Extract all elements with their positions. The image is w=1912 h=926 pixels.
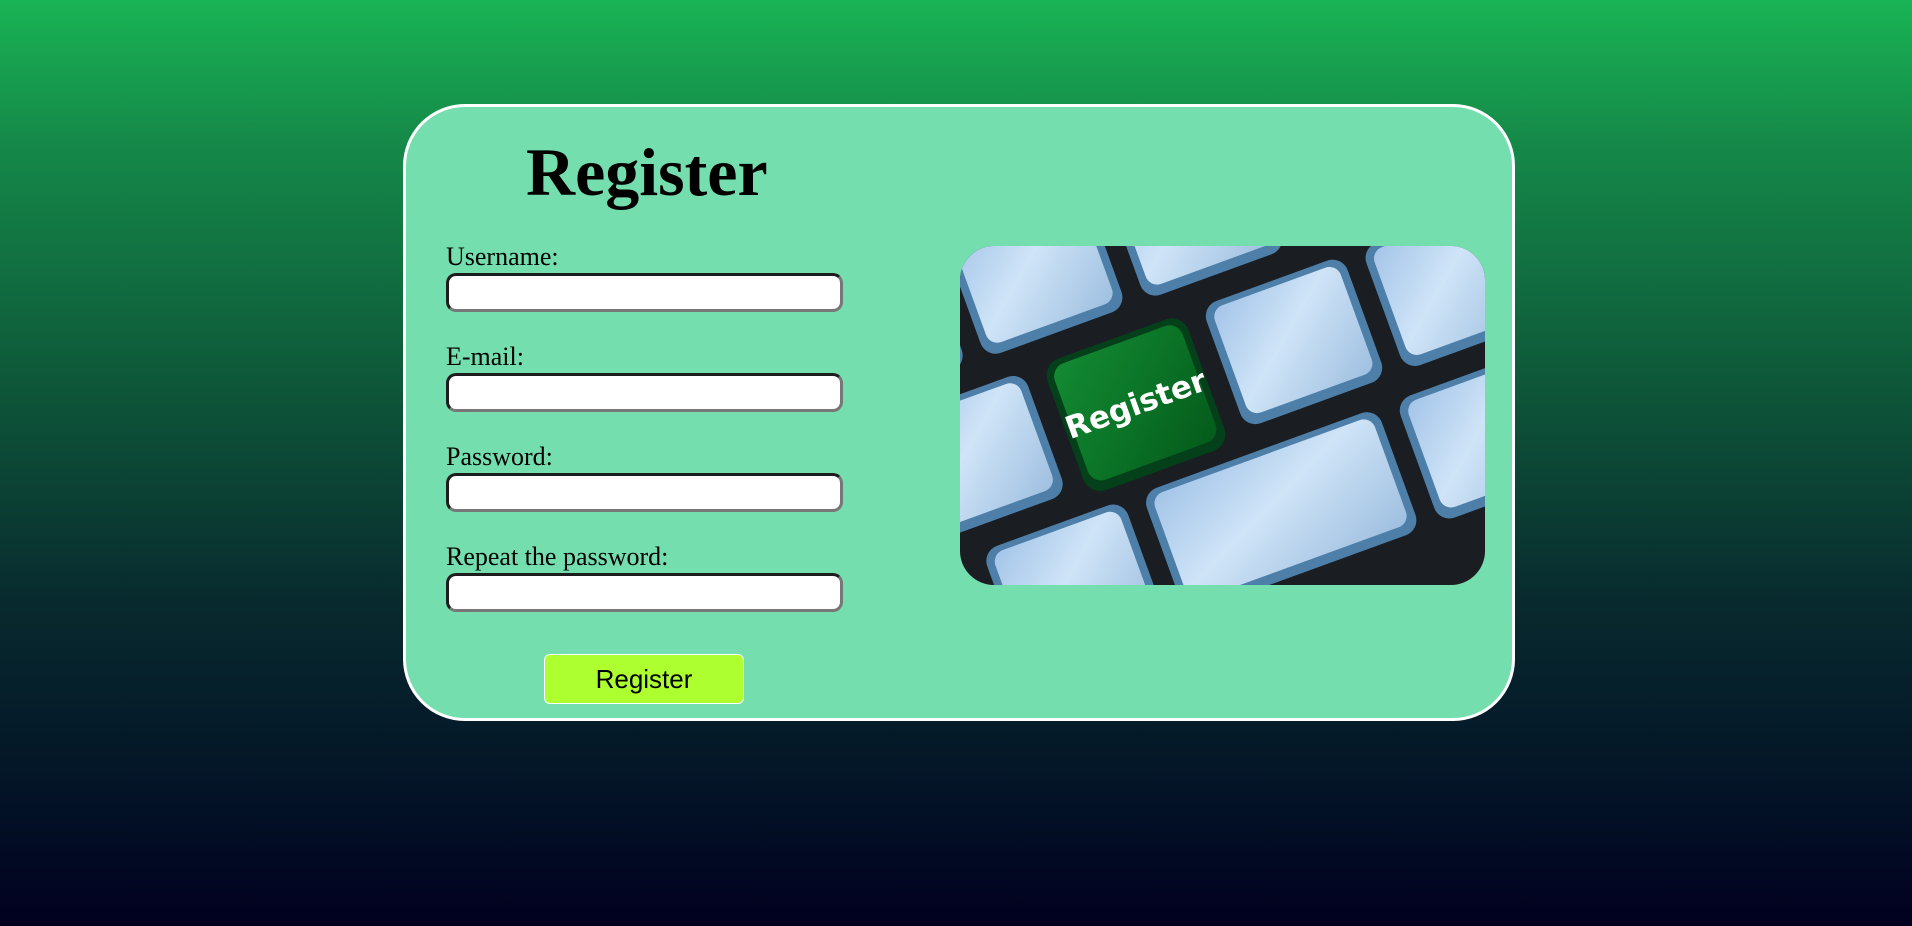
- keyboard-illustration: Register: [960, 246, 1485, 585]
- username-input[interactable]: [446, 273, 843, 312]
- password-label: Password:: [446, 442, 553, 471]
- register-card: Register Username: E-mail: Password: Rep…: [403, 104, 1515, 721]
- repeat-password-input[interactable]: [446, 573, 843, 612]
- password-input[interactable]: [446, 473, 843, 512]
- email-input[interactable]: [446, 373, 843, 412]
- email-field-group: E-mail:: [446, 342, 843, 412]
- repeat-password-label: Repeat the password:: [446, 542, 669, 571]
- register-keyboard-image: Register: [960, 246, 1485, 585]
- email-label: E-mail:: [446, 342, 524, 371]
- username-field-group: Username:: [446, 242, 843, 312]
- password-field-group: Password:: [446, 442, 843, 512]
- repeat-password-field-group: Repeat the password:: [446, 542, 843, 612]
- username-label: Username:: [446, 242, 559, 271]
- page-title: Register: [526, 134, 768, 210]
- register-button[interactable]: Register: [544, 654, 744, 704]
